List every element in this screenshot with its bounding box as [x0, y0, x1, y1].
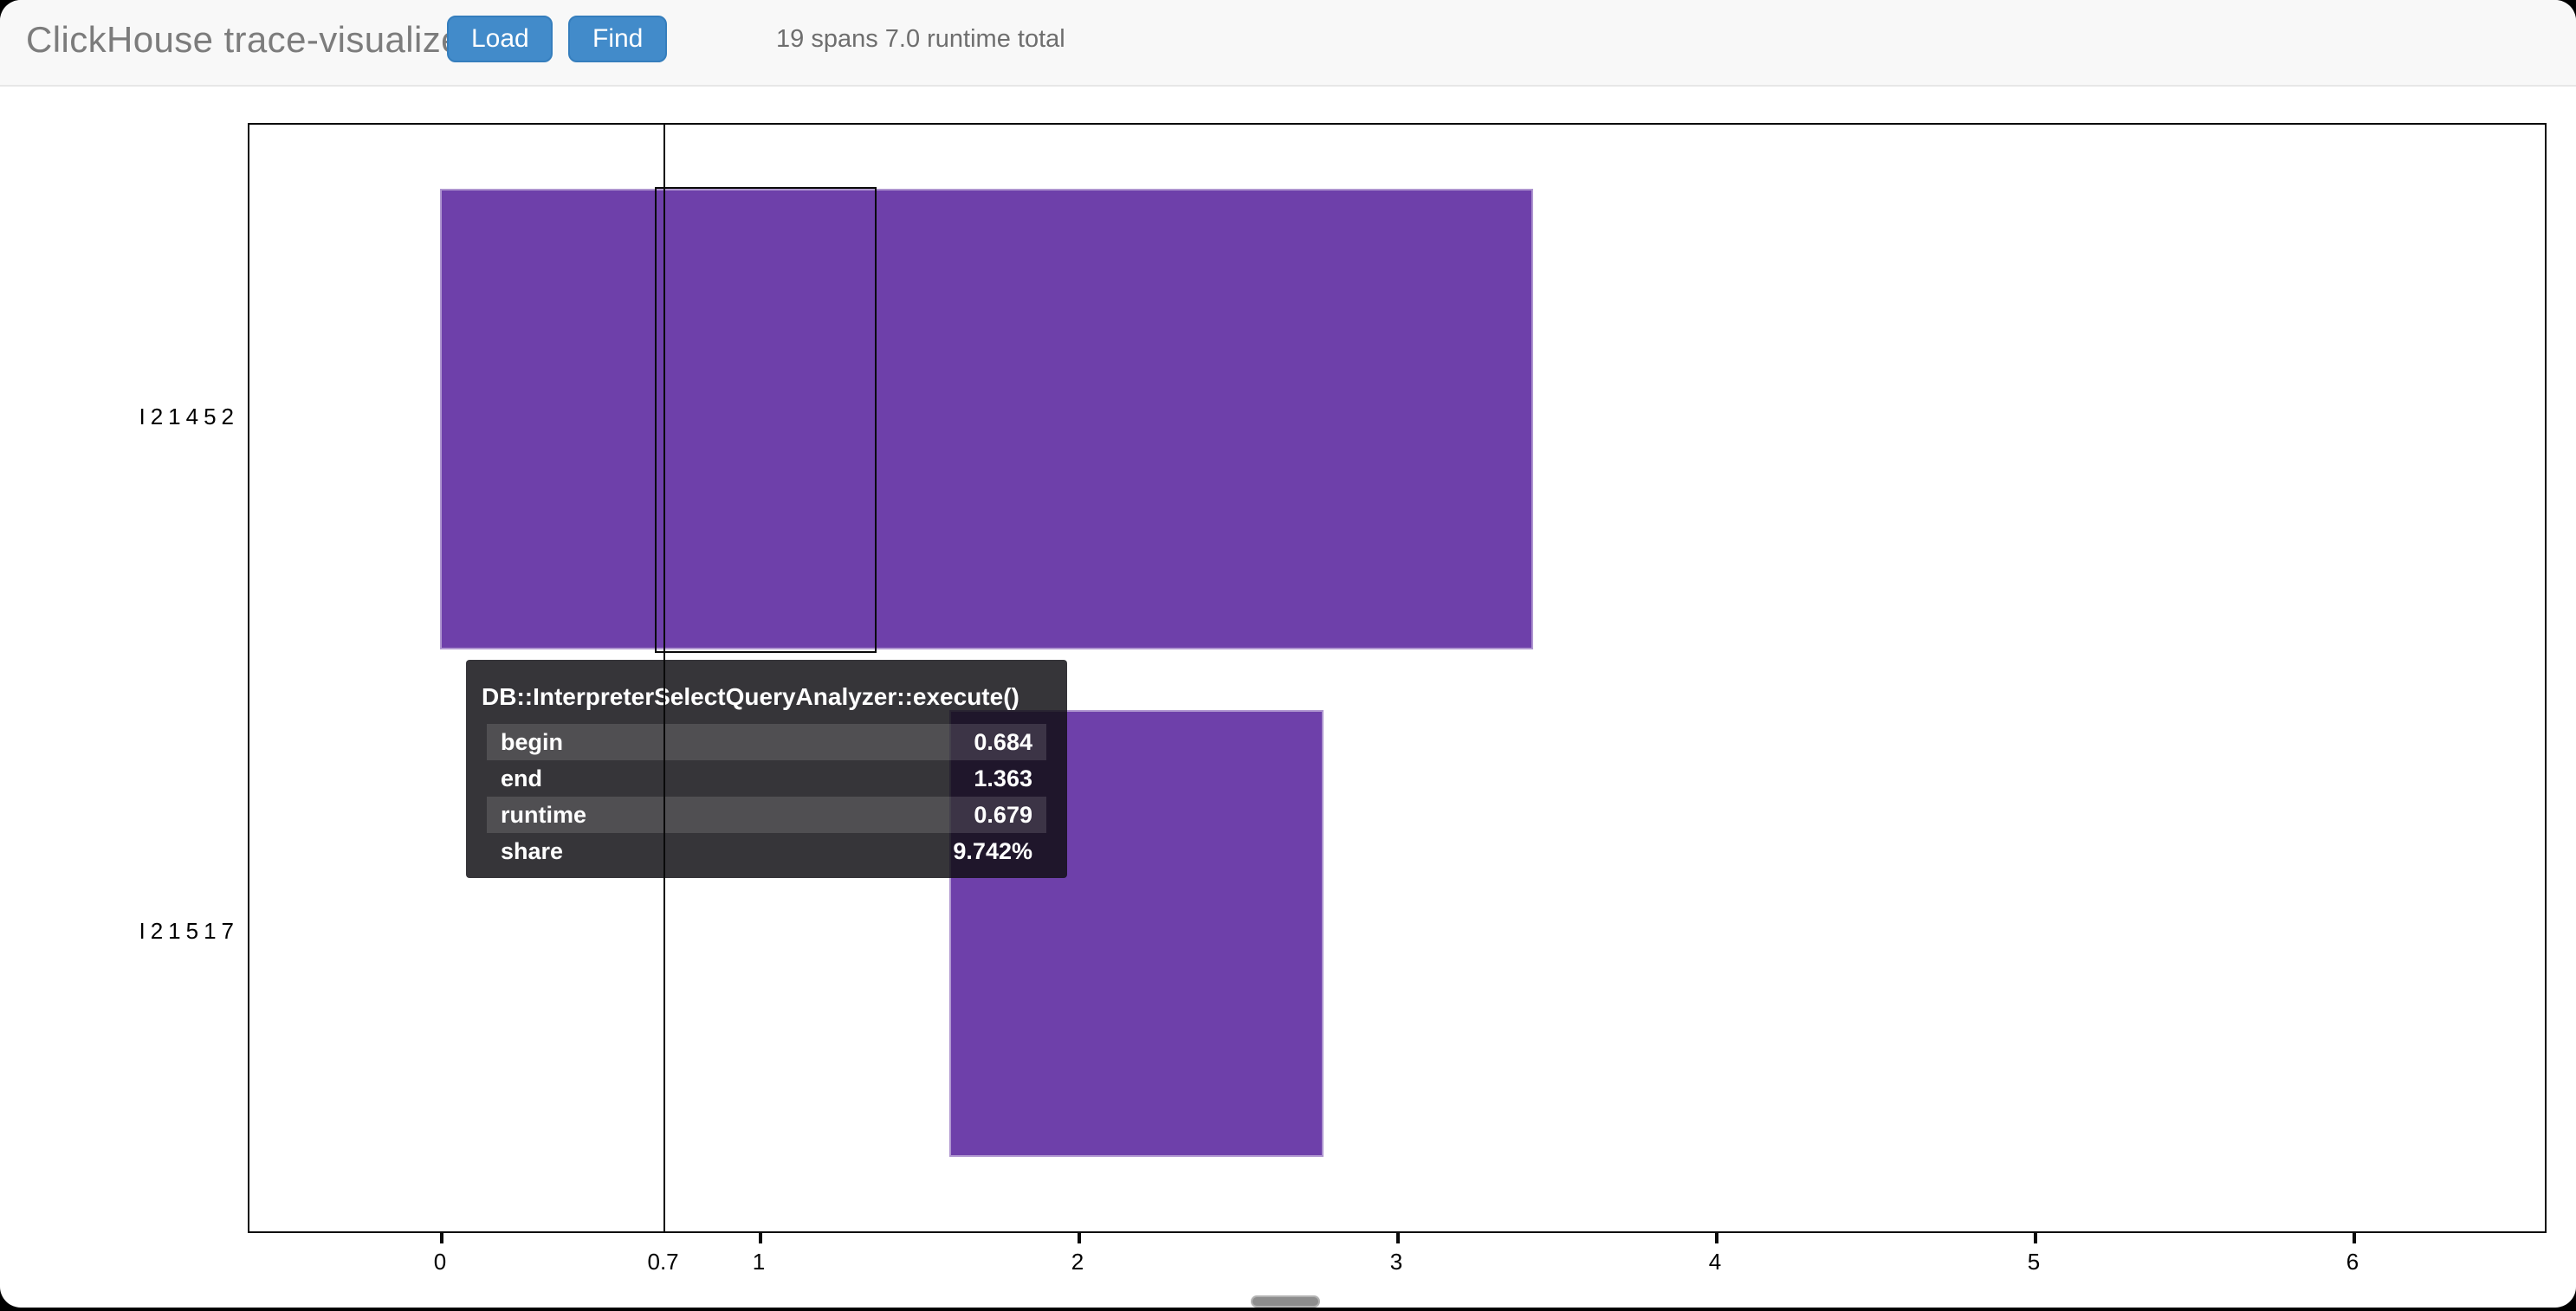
tooltip-row-end: end 1.363	[487, 760, 1046, 797]
tooltip-runtime-label: runtime	[501, 797, 586, 833]
x-axis-tick-label: 0	[388, 1249, 492, 1275]
tooltip-span-name: DB::InterpreterSelectQueryAnalyzer::exec…	[482, 682, 1046, 710]
crosshair-value-label: 0.7	[612, 1249, 715, 1275]
tooltip-end-value: 1.363	[974, 760, 1032, 797]
top-navbar: ClickHouse trace-visualizer Load Find 19…	[0, 0, 2576, 87]
y-axis-label: I21517	[0, 918, 239, 944]
x-axis-tick	[2034, 1233, 2036, 1243]
tooltip-share-label: share	[501, 833, 563, 869]
x-axis-tick-label: 3	[1344, 1249, 1448, 1275]
x-axis-tick-label: 2	[1026, 1249, 1129, 1275]
app-title: ClickHouse trace-visualizer	[26, 21, 474, 62]
x-axis-tick-label: 5	[1982, 1249, 2086, 1275]
tooltip-runtime-value: 0.679	[974, 797, 1032, 833]
load-button[interactable]: Load	[447, 16, 553, 62]
trace-span-bar[interactable]	[440, 189, 1533, 649]
tooltip-row-share: share 9.742%	[487, 833, 1046, 869]
tooltip-begin-label: begin	[501, 724, 563, 760]
app-root: ClickHouse trace-visualizer Load Find 19…	[0, 0, 2576, 1311]
x-axis-tick-label: 6	[2301, 1249, 2404, 1275]
tooltip-share-value: 9.742%	[953, 833, 1032, 869]
tooltip-end-label: end	[501, 760, 542, 797]
tooltip-row-begin: begin 0.684	[487, 724, 1046, 760]
hovered-span-outline	[656, 186, 877, 652]
x-axis-tick	[440, 1233, 443, 1243]
x-axis-tick	[759, 1233, 761, 1243]
span-tooltip: DB::InterpreterSelectQueryAnalyzer::exec…	[466, 660, 1067, 878]
trace-summary-text: 19 spans 7.0 runtime total	[776, 26, 1065, 54]
tooltip-row-runtime: runtime 0.679	[487, 797, 1046, 833]
x-axis-tick	[1078, 1233, 1080, 1243]
horizontal-scrollbar-thumb[interactable]	[1251, 1295, 1320, 1308]
find-button[interactable]: Find	[568, 16, 667, 62]
x-axis-tick-label: 1	[707, 1249, 811, 1275]
x-axis-tick-label: 4	[1663, 1249, 1767, 1275]
browser-window: ClickHouse trace-visualizer Load Find 19…	[0, 0, 2576, 1308]
x-axis-tick	[1715, 1233, 1718, 1243]
x-axis-tick	[1396, 1233, 1399, 1243]
crosshair-line	[663, 123, 665, 1233]
x-axis-tick	[2353, 1233, 2355, 1243]
tooltip-begin-value: 0.684	[974, 724, 1032, 760]
y-axis-label: I21452	[0, 404, 239, 429]
